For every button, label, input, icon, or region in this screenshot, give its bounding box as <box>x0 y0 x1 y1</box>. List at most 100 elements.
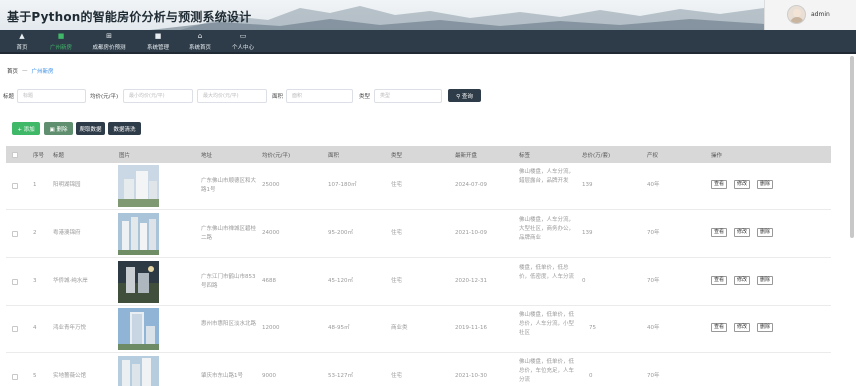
table-row: 4 鸿业青年万悦 惠州市惠阳区淡水北路 12000 48-95㎡ 商业类 201… <box>6 306 831 353</box>
nav-item-system-home[interactable]: ⌂ 系统首页 <box>183 30 217 54</box>
row-open: 2024-07-09 <box>455 182 487 188</box>
search-button-label: 查询 <box>461 93 473 100</box>
row-delete-button[interactable]: 删除 <box>757 180 774 189</box>
nav-item-personal-center[interactable]: ▭ 个人中心 <box>226 30 260 54</box>
area-input[interactable] <box>286 89 353 103</box>
add-button-label: 添加 <box>23 126 35 133</box>
edit-button[interactable]: 修改 <box>734 276 751 285</box>
row-type: 住宅 <box>391 278 403 284</box>
row-area: 95-200㎡ <box>328 230 353 236</box>
row-no: 1 <box>33 182 37 188</box>
col-header-type: 类型 <box>391 153 403 159</box>
row-total: 0 <box>582 278 586 284</box>
breadcrumb-current: 广州新房 <box>31 69 54 75</box>
row-term: 70年 <box>647 278 660 284</box>
house-outline-icon: ⌂ <box>197 32 203 40</box>
edit-button[interactable]: 修改 <box>734 228 751 237</box>
clean-data-button[interactable]: 数据清洗 <box>108 122 141 135</box>
title-input[interactable] <box>17 89 86 103</box>
row-no: 2 <box>33 230 37 236</box>
row-address: 肇庆市东山路1号 <box>201 373 243 379</box>
nav-item-home[interactable]: ▲ 首页 <box>8 30 36 54</box>
col-header-area: 面积 <box>328 153 340 159</box>
row-checkbox[interactable] <box>12 183 18 189</box>
breadcrumb-home[interactable]: 首页 <box>7 69 18 75</box>
table-row: 2 粤港澳锦府 广东佛山市禅城区碧桂二路 24000 95-200㎡ 住宅 20… <box>6 210 831 258</box>
row-address: 广东佛山市禅城区碧桂二路 <box>201 226 257 241</box>
add-button[interactable]: + 添加 <box>12 122 40 135</box>
row-price: 24000 <box>262 230 280 236</box>
nav-item-guangzhou-new-homes[interactable]: ■ 广州新房 <box>44 30 78 54</box>
row-delete-button[interactable]: 删除 <box>757 228 774 237</box>
col-header-price: 均价(元/平) <box>262 153 291 159</box>
view-button[interactable]: 查看 <box>711 276 728 285</box>
row-type: 商业类 <box>391 325 408 331</box>
col-header-actions: 操作 <box>711 153 723 159</box>
house-image <box>118 308 159 350</box>
main-nav: ▲ 首页 ■ 广州新房 ⊞ 成都房价预测 ■ 系统管理 ⌂ 系统首页 ▭ 个人中… <box>0 30 856 54</box>
col-header-address: 地址 <box>201 153 213 159</box>
area-label: 面积 <box>272 94 284 100</box>
app-header: 基于Python的智能房价分析与预测系统设计 admin <box>0 0 856 30</box>
col-header-no: 序号 <box>33 153 45 159</box>
row-type: 住宅 <box>391 373 403 379</box>
max-price-input[interactable] <box>197 89 267 103</box>
nav-label: 广州新房 <box>49 45 72 51</box>
view-button[interactable]: 查看 <box>711 323 728 332</box>
row-checkbox[interactable] <box>12 374 18 380</box>
row-price: 9000 <box>262 373 276 379</box>
type-input[interactable] <box>374 89 442 103</box>
row-address: 惠州市惠阳区淡水北路 <box>201 321 257 327</box>
row-tags: 佛山楼盘，人车分流，錯层露台，品牌开发 <box>519 169 575 184</box>
house-image <box>118 165 159 207</box>
edit-button[interactable]: 修改 <box>734 180 751 189</box>
user-menu[interactable]: admin <box>764 0 856 30</box>
col-header-term: 产权 <box>647 153 659 159</box>
min-price-input[interactable] <box>123 89 193 103</box>
edit-button[interactable]: 修改 <box>734 323 751 332</box>
scrollbar[interactable] <box>850 56 854 238</box>
view-button[interactable]: 查看 <box>711 228 728 237</box>
crawl-data-button[interactable]: 爬取数据 <box>76 122 105 135</box>
table-row: 5 实地蔷薇公馆 肇庆市东山路1号 9000 53-127㎡ 住宅 2021-1… <box>6 353 831 386</box>
search-bar: 标题 均价(元/平) 面积 类型 ⚲ 查询 <box>0 88 856 104</box>
avatar[interactable] <box>787 5 806 24</box>
type-label: 类型 <box>359 94 371 100</box>
view-button[interactable]: 查看 <box>711 180 728 189</box>
col-header-image: 图片 <box>119 153 131 159</box>
nav-item-chengdu-price-prediction[interactable]: ⊞ 成都房价预测 <box>88 30 130 54</box>
row-area: 45-120㎡ <box>328 278 353 284</box>
nav-item-system-management[interactable]: ■ 系统管理 <box>141 30 175 54</box>
row-delete-button[interactable]: 删除 <box>757 276 774 285</box>
folder-icon: ■ <box>154 32 162 40</box>
row-checkbox[interactable] <box>12 279 18 285</box>
delete-button[interactable]: ▣ 删除 <box>44 122 73 135</box>
row-delete-button[interactable]: 删除 <box>757 323 774 332</box>
row-term: 70年 <box>647 373 660 379</box>
row-checkbox[interactable] <box>12 326 18 332</box>
col-header-title: 标题 <box>53 153 65 159</box>
search-button[interactable]: ⚲ 查询 <box>448 89 481 102</box>
breadcrumb-separator: 一 <box>22 69 28 75</box>
row-title: 阳明湖锦园 <box>53 182 81 188</box>
row-address: 广东佛山市顺德区和大路1号 <box>201 178 257 193</box>
row-checkbox[interactable] <box>12 231 18 237</box>
row-open: 2021-10-30 <box>455 373 487 379</box>
row-title: 华侨城·纯水岸 <box>53 278 88 284</box>
house-image <box>118 261 159 303</box>
row-total: 0 <box>589 373 593 379</box>
row-term: 70年 <box>647 230 660 236</box>
nav-label: 个人中心 <box>231 45 254 51</box>
app-title: 基于Python的智能房价分析与预测系统设计 <box>7 10 252 24</box>
row-address: 广东江门市鹤山市853号四路 <box>201 274 256 289</box>
username[interactable]: admin <box>811 11 830 18</box>
col-header-open: 最新开盘 <box>455 153 478 159</box>
col-header-total: 总价(万/套) <box>582 153 611 159</box>
row-area: 53-127㎡ <box>328 373 353 379</box>
row-title: 粤港澳锦府 <box>53 230 81 236</box>
select-all-checkbox[interactable] <box>12 152 18 158</box>
row-open: 2020-12-31 <box>455 278 487 284</box>
row-total: 139 <box>582 230 593 236</box>
row-price: 25000 <box>262 182 280 188</box>
house-image <box>118 356 159 386</box>
